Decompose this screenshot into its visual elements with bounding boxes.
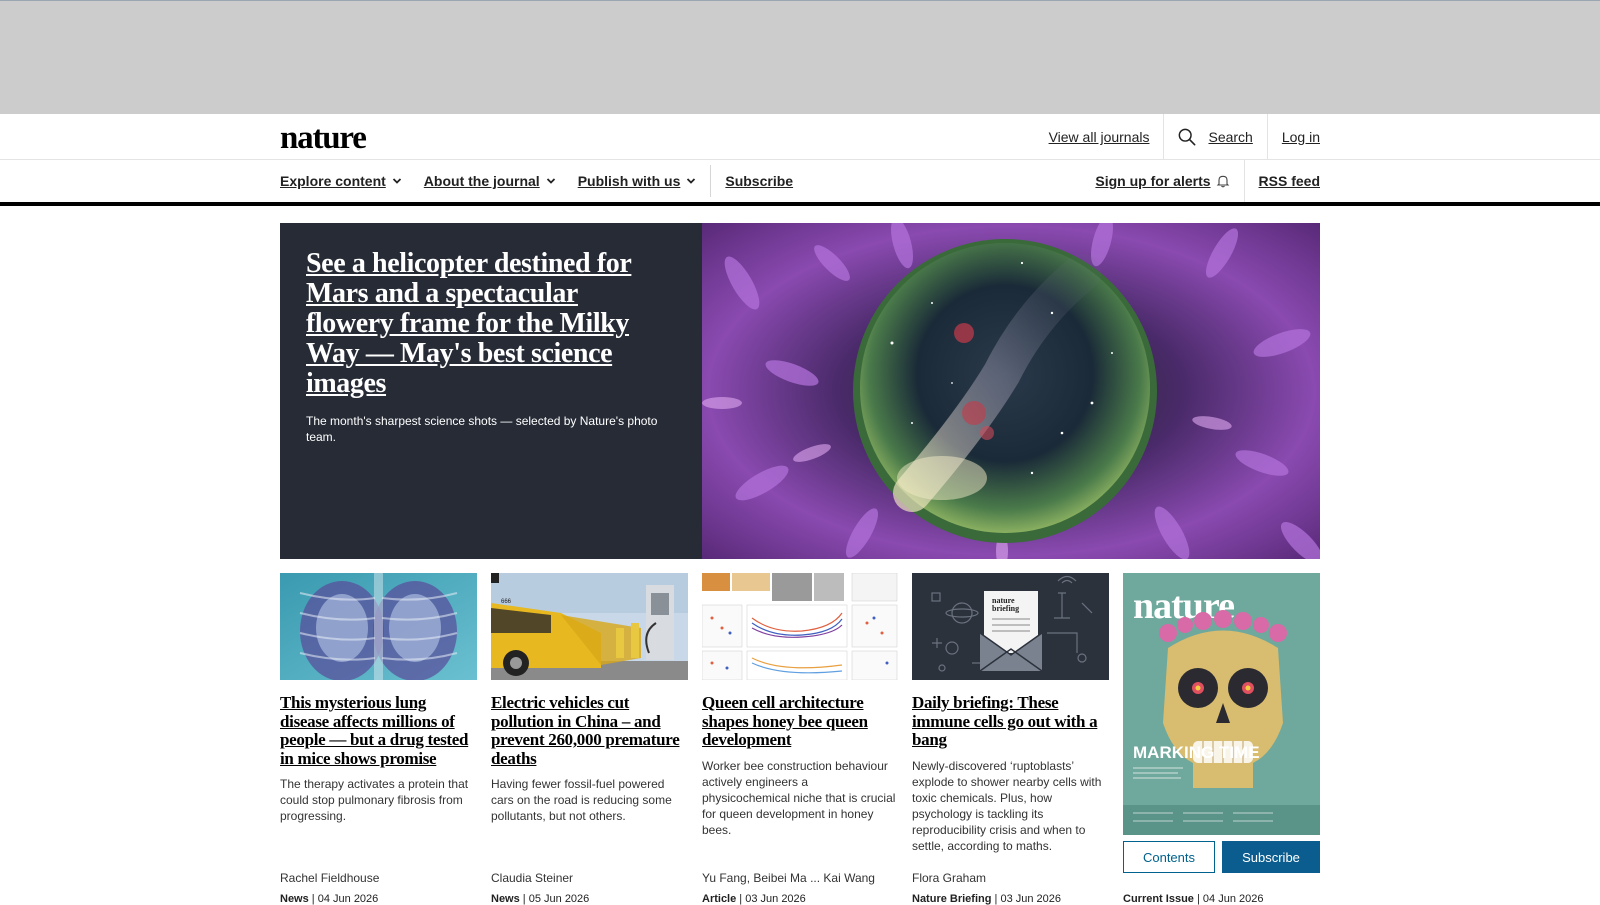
- hero-text: See a helicopter destined for Mars and a…: [306, 249, 666, 445]
- view-all-journals-link[interactable]: View all journals: [1049, 129, 1150, 145]
- current-issue-meta: Current Issue | 04 Jun 2026: [1123, 893, 1264, 905]
- cover-headline: MARKING TIME: [1133, 743, 1260, 762]
- article-description: Having fewer fossil-fuel powered cars on…: [491, 777, 672, 823]
- subscribe-nav-link[interactable]: Subscribe: [725, 173, 793, 189]
- article-meta: Nature Briefing | 03 Jun 2026: [912, 893, 1062, 905]
- article-description: Newly-discovered ‘ruptoblasts’ explode t…: [912, 758, 1102, 853]
- article-image-lungs[interactable]: [280, 573, 477, 681]
- contents-button[interactable]: Contents: [1123, 841, 1215, 873]
- article-card[interactable]: This mysterious lung disease affects mil…: [280, 573, 477, 905]
- main-nav: Explore content About the journal Publis…: [0, 160, 1600, 206]
- sign-up-alerts-link[interactable]: Sign up for alerts: [1081, 160, 1243, 202]
- article-description: The therapy activates a protein that cou…: [280, 777, 469, 823]
- search-label[interactable]: Search: [1208, 129, 1252, 145]
- article-date: 03 Jun 2026: [745, 893, 806, 905]
- article-image-buses[interactable]: 666: [491, 573, 688, 680]
- bell-icon: [1216, 175, 1229, 188]
- current-issue-type: Current Issue: [1123, 893, 1194, 905]
- explore-content-menu[interactable]: Explore content: [280, 173, 402, 189]
- header-actions: View all journals Search Log in: [1035, 114, 1320, 160]
- svg-text:briefing: briefing: [992, 604, 1019, 613]
- login-link[interactable]: Log in: [1282, 129, 1320, 145]
- article-meta: Article | 03 Jun 2026: [702, 893, 806, 905]
- article-description: Worker bee construction behaviour active…: [702, 758, 896, 837]
- nature-logo[interactable]: nature: [280, 120, 367, 157]
- chevron-down-icon: [392, 178, 401, 184]
- chevron-down-icon: [687, 178, 696, 184]
- article-type: Article: [702, 893, 737, 905]
- hero-image[interactable]: [702, 223, 1320, 559]
- article-title[interactable]: Daily briefing: These immune cells go ou…: [912, 693, 1109, 750]
- hero-title[interactable]: See a helicopter destined for Mars and a…: [306, 249, 666, 399]
- article-meta: News | 05 Jun 2026: [491, 893, 590, 905]
- about-journal-menu[interactable]: About the journal: [424, 173, 556, 189]
- svg-text:666: 666: [501, 599, 512, 605]
- article-card[interactable]: nature briefing Daily briefing: These im…: [912, 573, 1109, 905]
- article-card[interactable]: 666 Electric vehicles cut pollution in C…: [491, 573, 688, 905]
- hero-standfirst: The month's sharpest science shots — sel…: [306, 414, 658, 444]
- rss-feed-link[interactable]: RSS feed: [1243, 160, 1320, 202]
- article-card[interactable]: Queen cell architecture shapes honey bee…: [701, 572, 899, 905]
- article-date: 04 Jun 2026: [317, 893, 379, 905]
- article-title[interactable]: Electric vehicles cut pollution in China…: [491, 693, 688, 768]
- article-image-figure-panels[interactable]: [701, 572, 899, 681]
- search-button[interactable]: Search: [1163, 114, 1266, 160]
- ad-banner: [0, 0, 1600, 114]
- article-type: News: [280, 893, 309, 905]
- nature-briefing-envelope-image[interactable]: nature briefing: [912, 573, 1109, 680]
- sign-up-alerts-label: Sign up for alerts: [1095, 173, 1211, 189]
- article-type: Nature Briefing: [912, 893, 992, 905]
- article-date: 03 Jun 2026: [1000, 893, 1062, 905]
- article-author: Claudia Steiner: [491, 871, 574, 885]
- article-title[interactable]: Queen cell architecture shapes honey bee…: [702, 693, 899, 750]
- article-author: Yu Fang, Beibei Ma ... Kai Wang: [702, 871, 875, 885]
- article-title[interactable]: This mysterious lung disease affects mil…: [280, 693, 477, 768]
- chevron-down-icon: [546, 178, 555, 184]
- hero-feature[interactable]: See a helicopter destined for Mars and a…: [280, 223, 1320, 559]
- article-type: News: [491, 893, 520, 905]
- article-date: 05 Jun 2026: [528, 893, 590, 905]
- explore-content-label: Explore content: [280, 173, 386, 189]
- article-author: Flora Graham: [912, 871, 987, 885]
- publish-with-us-label: Publish with us: [577, 173, 681, 189]
- about-journal-label: About the journal: [423, 173, 540, 189]
- cover-image: nature MARKING TIME: [1123, 573, 1320, 835]
- nav-divider: [710, 165, 712, 197]
- subscribe-button[interactable]: Subscribe: [1222, 841, 1320, 873]
- current-issue-cover[interactable]: nature MARKING TIME: [1123, 573, 1320, 835]
- article-meta: News | 04 Jun 2026: [280, 893, 379, 905]
- publish-with-us-menu[interactable]: Publish with us: [578, 173, 697, 189]
- article-author: Rachel Fieldhouse: [280, 871, 380, 885]
- current-issue-date: 04 Jun 2026: [1202, 893, 1264, 905]
- search-icon: [1179, 128, 1196, 146]
- site-header: nature View all journals Search Log in: [0, 114, 1600, 160]
- current-issue-actions: Contents Subscribe: [1123, 841, 1320, 873]
